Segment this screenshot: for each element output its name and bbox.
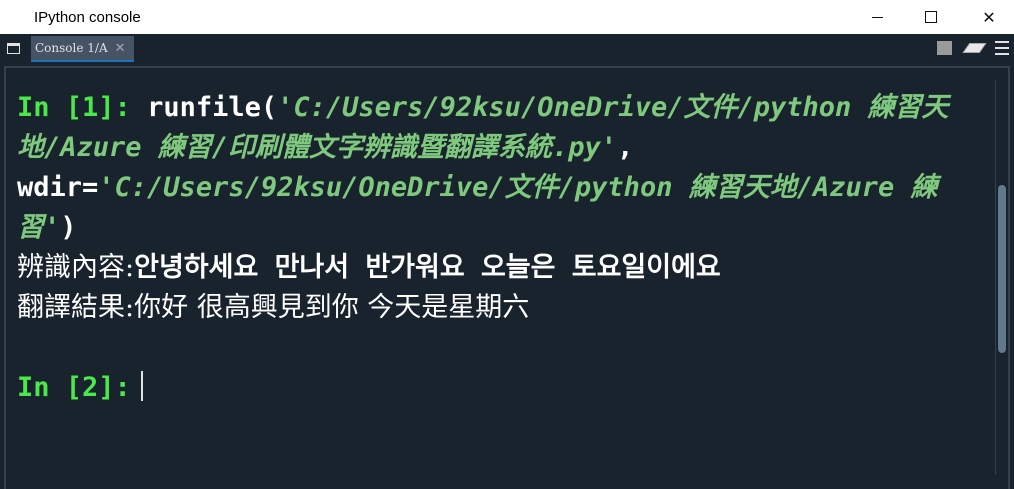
output-line-translation: 翻譯結果:你好 很高興見到你 今天是星期六 [17, 288, 992, 328]
text-cursor [140, 371, 143, 401]
hamburger-menu-icon[interactable] [995, 41, 1009, 55]
output-label: 辨識內容: [17, 252, 135, 283]
tab-label: Console 1/A [35, 41, 108, 55]
minimize-icon [871, 16, 883, 18]
input-prompt: In [2]: [17, 372, 131, 403]
input-prompt: In [1]: [17, 92, 131, 123]
stop-icon[interactable] [937, 41, 952, 55]
close-button[interactable]: ✕ [966, 0, 1012, 34]
output-line-recognition: 辨識內容:안녕하세요 만나서 반가워요 오늘은 토요일이에요 [17, 248, 992, 288]
console-output-area[interactable]: In [1]: runfile( 'C:/Users/92ksu/OneDrive… [4, 66, 1010, 489]
input-line-1: In [1]: runfile( 'C:/Users/92ksu/OneDrive… [17, 88, 992, 248]
close-icon: ✕ [982, 7, 996, 27]
window-title: IPython console [34, 8, 141, 26]
vertical-scrollbar[interactable] [995, 80, 1007, 475]
output-value: 你好 很高興見到你 今天是星期六 [134, 292, 530, 323]
scrollbar-thumb[interactable] [998, 185, 1006, 353]
console-tabbar [0, 34, 1014, 64]
output-value: 안녕하세요 만나서 반가워요 오늘은 토요일이에요 [134, 252, 721, 283]
runfile-call: runfile( [147, 92, 278, 123]
tab-console-1a[interactable]: Console 1/A ✕ [31, 36, 134, 62]
output-label: 翻譯結果: [17, 292, 135, 323]
minimize-button[interactable] [854, 0, 900, 34]
maximize-button[interactable] [908, 0, 954, 34]
close-paren: ) [60, 212, 77, 243]
wdir-path-string: 'C:/Users/92ksu/OneDrive/文件/python 練習天地/… [17, 172, 938, 243]
input-line-2[interactable]: In [2]: [17, 368, 992, 408]
maximize-icon [925, 11, 937, 23]
tab-close-icon[interactable]: ✕ [115, 41, 126, 56]
undock-icon[interactable] [7, 43, 20, 54]
